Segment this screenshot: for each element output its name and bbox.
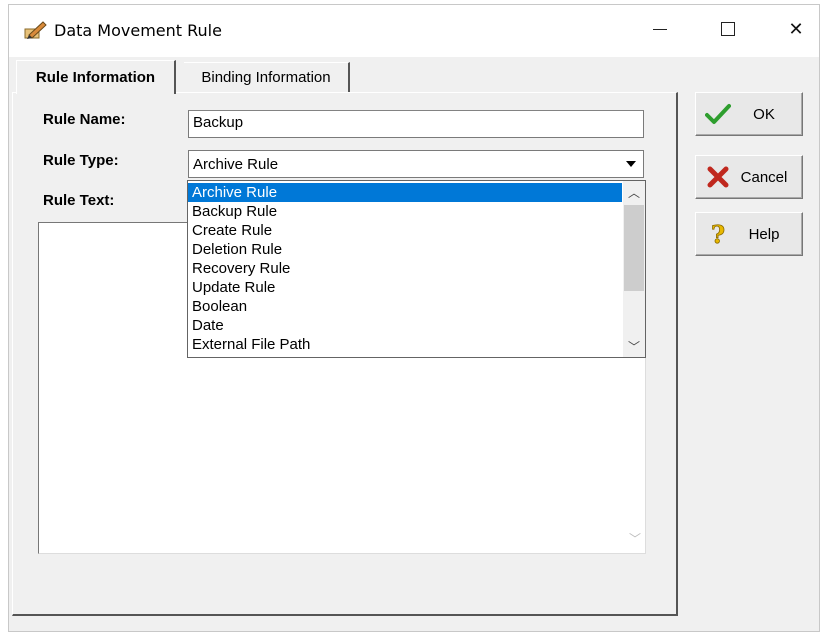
minimize-button[interactable]	[631, 5, 689, 53]
rule-type-dropdown-list[interactable]: Archive Rule Backup Rule Create Rule Del…	[187, 180, 646, 358]
tab-rule-information[interactable]: Rule Information	[16, 60, 176, 94]
minimize-icon	[653, 28, 667, 30]
maximize-icon	[721, 22, 735, 36]
chevron-up-icon[interactable]: ︿	[623, 183, 645, 201]
rule-type-value: Archive Rule	[193, 156, 279, 173]
svg-text:?: ?	[711, 221, 725, 247]
dropdown-option[interactable]: External File Path	[188, 335, 622, 354]
dropdown-option[interactable]: Backup Rule	[188, 202, 622, 221]
chevron-down-icon[interactable]: ﹀	[623, 337, 645, 355]
rule-type-select[interactable]: Archive Rule	[188, 150, 644, 178]
title-bar[interactable]: Data Movement Rule ✕	[9, 5, 819, 57]
tab-binding-information[interactable]: Binding Information	[184, 62, 350, 92]
rule-name-input[interactable]: Backup	[188, 110, 644, 138]
dropdown-option[interactable]: Update Rule	[188, 278, 622, 297]
dropdown-option[interactable]: Boolean	[188, 297, 622, 316]
dropdown-option[interactable]: Recovery Rule	[188, 259, 622, 278]
dropdown-option[interactable]: Deletion Rule	[188, 240, 622, 259]
dropdown-option[interactable]: Create Rule	[188, 221, 622, 240]
chevron-down-icon[interactable]	[620, 152, 642, 176]
dropdown-option[interactable]: Date	[188, 316, 622, 335]
cancel-button[interactable]: Cancel	[695, 155, 803, 199]
window-title: Data Movement Rule	[54, 21, 222, 40]
pencil-rule-icon	[23, 19, 47, 41]
rule-type-label: Rule Type:	[43, 152, 119, 169]
help-button[interactable]: ? Help	[695, 212, 803, 256]
question-mark-icon: ?	[704, 221, 732, 247]
close-button[interactable]: ✕	[767, 5, 823, 53]
rule-name-label: Rule Name:	[43, 111, 126, 128]
scroll-down-icon[interactable]: ﹀	[629, 530, 641, 547]
dropdown-option[interactable]: Archive Rule	[188, 183, 622, 202]
scrollbar-thumb[interactable]	[624, 205, 644, 291]
checkmark-icon	[704, 101, 732, 127]
help-label: Help	[748, 225, 780, 243]
maximize-button[interactable]	[699, 5, 757, 53]
ok-label: OK	[753, 105, 775, 123]
dropdown-scrollbar[interactable]: ︿ ﹀	[623, 181, 645, 357]
ok-button[interactable]: OK	[695, 92, 803, 136]
cancel-label: Cancel	[740, 168, 788, 186]
red-x-icon	[704, 164, 732, 190]
rule-text-label: Rule Text:	[43, 192, 115, 209]
